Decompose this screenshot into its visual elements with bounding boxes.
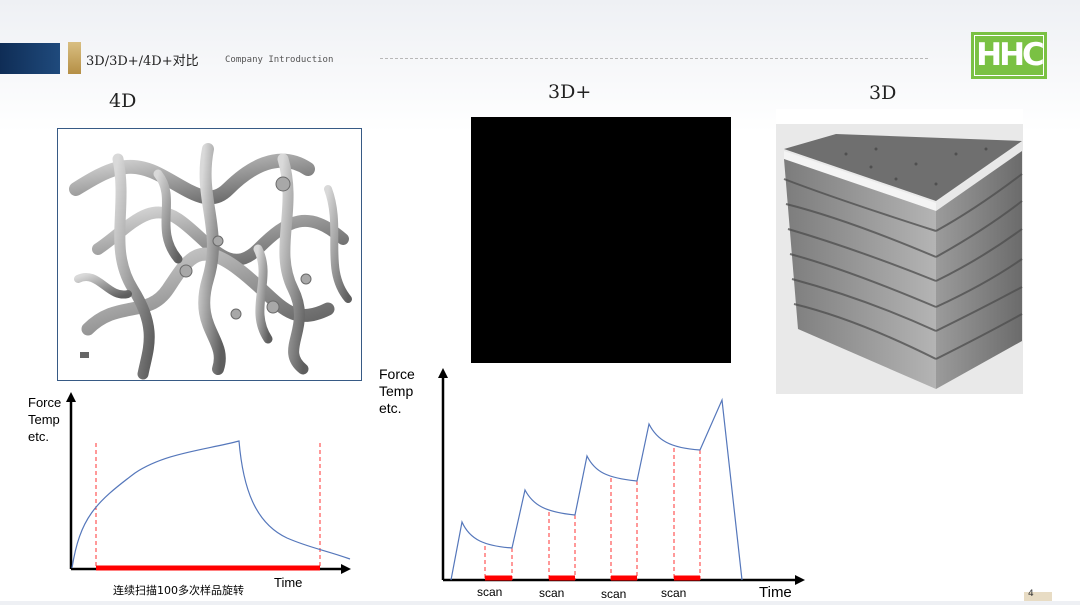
company-logo: HHC — [971, 32, 1047, 79]
image-3d-layered-block — [776, 109, 1023, 394]
header-accent-bar — [0, 43, 60, 74]
image-4d-structure — [57, 128, 362, 381]
layered-block-graphic — [776, 109, 1023, 389]
chart-left-caption: 连续扫描100多次样品旋转 — [113, 583, 244, 597]
page-subtitle: Company Introduction — [225, 55, 334, 65]
chart-4d-continuous: Force Temp etc. Time 连续扫描100多次样品旋转 — [25, 388, 355, 604]
page-number-marker: 4 — [1024, 589, 1052, 601]
chart-right-ylabel-line-3: etc. — [379, 400, 402, 416]
chart-left-curve — [71, 440, 351, 569]
header-gold-bar — [68, 42, 81, 74]
chart-left-y-arrow — [66, 392, 76, 402]
chart-left-x-arrow — [341, 564, 351, 574]
chart-right-scan-label-2: scan — [539, 586, 564, 600]
label-3dplus: 3D+ — [548, 81, 592, 103]
scale-marker — [80, 352, 89, 358]
chart-left-ylabel-line-1: Force — [28, 395, 61, 410]
chart-right-ylabel-line-1: Force — [379, 366, 415, 382]
chart-left-xlabel: Time — [274, 575, 302, 590]
chart-right-scan-label-1: scan — [477, 585, 502, 599]
chart-right-scan-label-3: scan — [601, 587, 626, 601]
chart-left-ylabel-line-2: Temp — [28, 412, 60, 427]
label-3d: 3D — [869, 82, 897, 104]
chart-right-xlabel: Time — [759, 584, 792, 601]
chart-right-scan-label-4: scan — [661, 586, 686, 600]
logo-text: HHC — [976, 37, 1045, 73]
chart-left-ylabel-line-3: etc. — [28, 429, 49, 444]
header-divider — [380, 58, 928, 59]
chart-3dplus-stepwise: Force Temp etc. scan scan scan scan Time — [375, 360, 815, 605]
chart-right-x-arrow — [795, 575, 805, 585]
page-title: 3D/3D+/4D+对比 — [86, 54, 199, 69]
chart-right-curve — [450, 397, 743, 581]
porous-structure-graphic — [69, 143, 352, 380]
chart-right-ylabel-line-2: Temp — [379, 383, 413, 399]
label-4d: 4D — [109, 90, 137, 112]
image-3dplus-placeholder — [471, 117, 731, 363]
page-number: 4 — [1028, 589, 1034, 599]
chart-right-y-arrow — [438, 368, 448, 378]
